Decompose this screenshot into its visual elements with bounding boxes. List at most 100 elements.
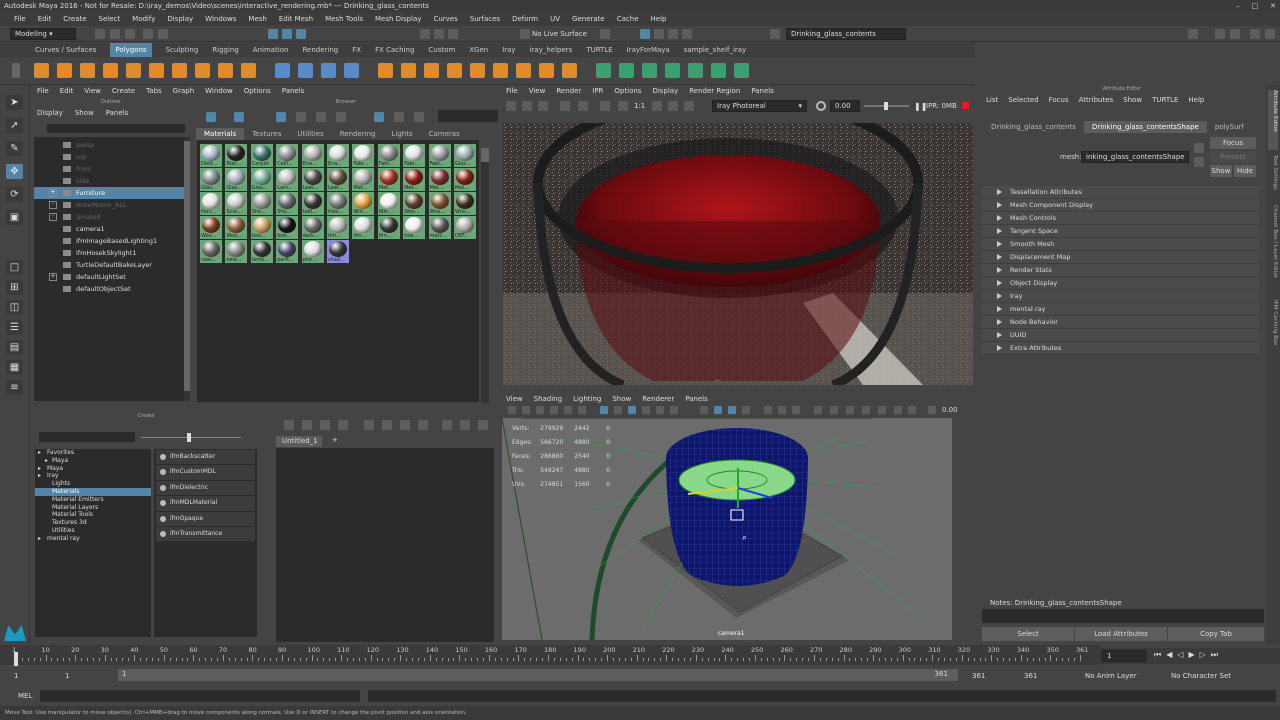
material-swatch[interactable]: lamb... <box>250 240 273 263</box>
display-alpha-icon[interactable] <box>618 101 628 111</box>
perspective-viewport[interactable]: ⌕ Verts: 279929 2442 0 Edges: 566720 4880 0 Face… <box>502 418 952 640</box>
attr-section-node-behavior[interactable]: Node Behavior <box>982 316 1259 329</box>
close-icon[interactable]: ✕ <box>1270 0 1276 12</box>
outliner-menu-panels[interactable]: Panels <box>106 107 129 119</box>
menu-generate[interactable]: Generate <box>572 12 605 26</box>
attr-section-mental-ray[interactable]: mental ray <box>982 303 1259 316</box>
hs-menu-create[interactable]: Create <box>112 85 135 97</box>
outliner-item[interactable]: TurtleDefaultBakeLayer <box>34 259 184 271</box>
frame-all-icon[interactable] <box>418 420 428 430</box>
select-tool-icon[interactable]: ➤ <box>6 95 23 110</box>
color-management-icon[interactable] <box>862 406 870 414</box>
mode-selector[interactable]: Modeling ▾ <box>10 28 76 40</box>
material-swatch[interactable]: tow... <box>403 216 426 239</box>
menu-mesh-tools[interactable]: Mesh Tools <box>325 12 363 26</box>
menu-edit[interactable]: Edit <box>38 12 52 26</box>
hypershade-icon[interactable] <box>682 29 692 39</box>
create-material-item[interactable]: ifmMDLMaterial <box>156 496 255 511</box>
material-swatch[interactable]: dark... <box>301 216 324 239</box>
shelf-tool-icon[interactable] <box>80 63 95 78</box>
shelf-tab-fx[interactable]: FX <box>352 43 361 57</box>
menu-select[interactable]: Select <box>99 12 121 26</box>
paint-select-icon[interactable]: ✎ <box>6 141 23 156</box>
material-swatch[interactable]: tiles... <box>327 192 349 215</box>
minimize-icon[interactable]: – <box>1236 0 1240 12</box>
film-gate-icon[interactable] <box>614 406 622 414</box>
maximize-icon[interactable]: □ <box>1252 0 1259 12</box>
ae-tab[interactable]: Drinking_glass_contentsShape <box>1083 121 1207 133</box>
shelf-tab-custom[interactable]: Custom <box>428 43 455 57</box>
browser-tab-utilities[interactable]: Utilities <box>289 128 331 140</box>
graph-input-icon[interactable] <box>284 420 294 430</box>
tool-settings-toggle-icon[interactable] <box>1265 29 1275 39</box>
display-rgb-icon[interactable] <box>600 101 610 111</box>
attr-section-mesh-component-display[interactable]: Mesh Component Display <box>982 199 1259 212</box>
menu-display[interactable]: Display <box>167 12 193 26</box>
menu-curves[interactable]: Curves <box>433 12 457 26</box>
material-swatch[interactable]: Glas... <box>200 168 222 191</box>
material-swatch[interactable]: Fabr... <box>428 144 451 167</box>
browser-grid-icon[interactable] <box>234 112 244 122</box>
create-tree-item[interactable]: ▸ Maya <box>35 457 151 465</box>
create-tree-item[interactable]: Materials <box>35 487 151 496</box>
create-tree-item[interactable]: ▸ mental ray <box>35 535 151 543</box>
shelf-tool-icon[interactable] <box>344 63 359 78</box>
move-tool-icon[interactable]: ✥ <box>6 164 23 179</box>
character-set-dropdown[interactable]: No Character Set <box>1171 672 1231 680</box>
viewport-menu-renderer[interactable]: Renderer <box>642 393 674 405</box>
ipr-icon[interactable] <box>560 101 570 111</box>
browser-filter-icon[interactable] <box>414 112 424 122</box>
material-swatch[interactable]: Sho... <box>250 192 273 215</box>
material-swatch[interactable]: Woo... <box>200 216 222 239</box>
shelf-tab-sample-shelf-iray[interactable]: sample_shelf_iray <box>684 43 747 57</box>
textured-icon[interactable] <box>656 406 664 414</box>
grid-icon[interactable] <box>600 406 608 414</box>
menu-create[interactable]: Create <box>63 12 86 26</box>
hs-menu-edit[interactable]: Edit <box>60 85 74 97</box>
material-swatch[interactable]: pho... <box>301 240 324 263</box>
graph-io-icon[interactable] <box>302 420 312 430</box>
material-swatch[interactable]: Leat... <box>301 168 324 191</box>
undo-icon[interactable] <box>143 29 153 39</box>
layout-nodes-icon[interactable] <box>400 420 410 430</box>
material-swatch[interactable]: tabl... <box>301 192 324 215</box>
shelf-tool-icon[interactable] <box>172 63 187 78</box>
create-tree-item[interactable]: ▸ Maya <box>35 465 151 473</box>
outliner-item[interactable]: + Furniture <box>34 187 184 199</box>
scale-tool-icon[interactable]: ▣ <box>6 210 23 225</box>
outliner-layout-icon[interactable]: ☰ <box>6 320 23 335</box>
attr-section-render-stats[interactable]: Render Stats <box>982 264 1259 277</box>
material-swatch[interactable]: Ena... <box>327 144 349 167</box>
material-swatch[interactable]: Woo... <box>225 216 248 239</box>
browser-large-icon[interactable] <box>336 112 346 122</box>
render-icon[interactable] <box>640 29 650 39</box>
create-tree-item[interactable]: ▸ Favorites <box>35 449 151 457</box>
shelf-tool-icon[interactable] <box>195 63 210 78</box>
material-swatch[interactable]: ifm... <box>377 216 400 239</box>
refresh-ipr-icon[interactable] <box>578 101 588 111</box>
shelf-tool-icon[interactable] <box>562 63 577 78</box>
shelf-tab-irayformaya[interactable]: IrayForMaya <box>627 43 670 57</box>
hs-menu-panels[interactable]: Panels <box>282 85 305 97</box>
shelf-tool-icon[interactable] <box>665 63 680 78</box>
hs-menu-view[interactable]: View <box>84 85 101 97</box>
menu-cache[interactable]: Cache <box>617 12 639 26</box>
shelf-tool-icon[interactable] <box>596 63 611 78</box>
browser-refresh-icon[interactable] <box>394 112 404 122</box>
shelf-tool-icon[interactable] <box>298 63 313 78</box>
outliner-menu-show[interactable]: Show <box>75 107 94 119</box>
material-swatch[interactable]: Met... <box>454 168 476 191</box>
material-swatch[interactable]: Woo... <box>454 192 476 215</box>
outliner-toggle-icon[interactable] <box>1215 29 1225 39</box>
attr-section-iray[interactable]: Iray <box>982 290 1259 303</box>
wireframe-icon[interactable] <box>628 406 636 414</box>
outliner-menu-display[interactable]: Display <box>37 107 63 119</box>
shelf-tool-icon[interactable] <box>241 63 256 78</box>
shelf-tab-xgen[interactable]: XGen <box>469 43 488 57</box>
single-pane-layout-icon[interactable]: □ <box>6 260 23 275</box>
attr-section-tangent-space[interactable]: Tangent Space <box>982 225 1259 238</box>
shelf-tool-icon[interactable] <box>103 63 118 78</box>
time-slider[interactable]: 1 10 20 30 40 50 60 70 80 90 100 110 120 130 140 150 160… <box>0 645 1100 665</box>
keep-image-icon[interactable] <box>652 101 662 111</box>
xray-icon[interactable] <box>714 406 722 414</box>
